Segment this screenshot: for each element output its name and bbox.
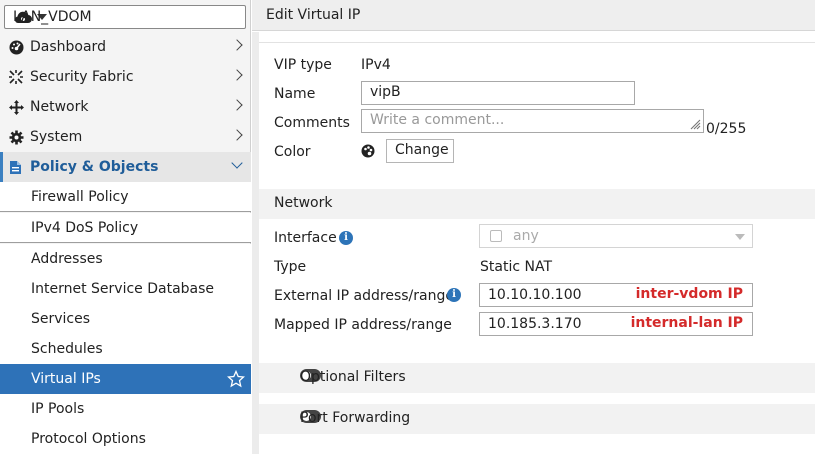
port-forwarding-row: Port Forwarding (259, 404, 815, 434)
vdom-selected-label: LAN_VDOM (13, 9, 92, 25)
sidebar-subitem-label: Services (31, 311, 91, 327)
info-icon[interactable]: i (447, 288, 461, 302)
comments-counter: 0/255 (706, 121, 747, 137)
type-value: Static NAT (480, 259, 552, 275)
color-label: Color (274, 144, 311, 160)
panel-gutter (252, 32, 259, 454)
sidebar-item-network[interactable]: Network (0, 92, 251, 122)
name-label: Name (274, 86, 316, 102)
sidebar-subitem-internet-service-database[interactable]: Internet Service Database (0, 274, 251, 304)
sidebar-subitem-ip-pools[interactable]: IP Pools (0, 394, 251, 424)
gear-icon (8, 129, 24, 145)
sidebar-subitem-label: Addresses (31, 251, 103, 267)
star-icon[interactable] (227, 370, 245, 388)
color-swatch-icon (361, 144, 375, 158)
vip-type-label: VIP type (274, 57, 332, 73)
sidebar-item-label: Dashboard (30, 39, 106, 55)
sidebar-subitem-schedules[interactable]: Schedules (0, 334, 251, 364)
main-content: Edit Virtual IP VIP type IPv4 Name vipB … (252, 0, 815, 454)
edit-form: VIP type IPv4 Name vipB Comments Write a… (259, 42, 815, 454)
port-forwarding-label: Port Forwarding (300, 410, 411, 426)
sidebar-item-label: Policy & Objects (30, 159, 159, 175)
dashboard-icon (8, 39, 24, 55)
mapped-ip-label: Mapped IP address/range (274, 317, 452, 333)
vdom-selector[interactable]: LAN_VDOM (4, 5, 246, 29)
external-ip-label: External IP address/range (274, 288, 454, 304)
sidebar-subitem-protocol-options[interactable]: Protocol Options (0, 424, 251, 454)
policy-objects-icon (8, 159, 24, 175)
comments-label: Comments (274, 115, 350, 131)
sidebar-subitem-label: Protocol Options (31, 431, 146, 447)
page-title: Edit Virtual IP (266, 7, 361, 23)
vip-type-value: IPv4 (361, 57, 391, 73)
sidebar-subitem-label: Firewall Policy (31, 188, 129, 205)
sidebar-subitem-label: Virtual IPs (31, 371, 101, 387)
sidebar-subitem-label: IPv4 DoS Policy (31, 219, 139, 236)
change-color-button[interactable]: Change (386, 139, 454, 163)
comments-placeholder: Write a comment... (370, 112, 505, 128)
sidebar-subitem-firewall-policy[interactable]: Firewall Policy (0, 182, 251, 212)
external-ip-input[interactable]: 10.10.10.100 inter-vdom IP (479, 283, 753, 307)
sidebar-subitem-label: Internet Service Database (31, 281, 215, 297)
sidebar-item-label: Security Fabric (30, 69, 134, 85)
name-input-value: vipB (370, 84, 401, 100)
mapped-ip-annotation: internal-lan IP (630, 315, 743, 331)
sidebar-item-label: System (30, 129, 83, 145)
sidebar-item-system[interactable]: System (0, 122, 251, 152)
type-label: Type (274, 259, 307, 275)
sidebar-subitem-ipv4-dos-policy[interactable]: IPv4 DoS Policy (0, 213, 251, 243)
network-icon (8, 99, 24, 115)
name-input[interactable]: vipB (361, 81, 635, 105)
interface-label: Interface (274, 230, 337, 246)
sidebar-subitem-virtual-ips[interactable]: Virtual IPs (0, 364, 251, 394)
page-title-bar: Edit Virtual IP (252, 0, 815, 31)
external-ip-annotation: inter-vdom IP (635, 286, 743, 302)
sidebar-subitem-addresses[interactable]: Addresses (0, 244, 251, 274)
sidebar: LAN_VDOM Dashboard Security Fabric Netwo… (0, 0, 251, 454)
info-icon[interactable]: i (339, 231, 353, 245)
chevron-down-icon (735, 234, 745, 240)
mapped-ip-input[interactable]: 10.185.3.170 internal-lan IP (479, 312, 753, 336)
change-color-button-label: Change (395, 142, 449, 158)
external-ip-value: 10.10.10.100 (488, 287, 582, 303)
sidebar-subitem-label: Schedules (31, 341, 103, 357)
sidebar-subitem-label: IP Pools (31, 401, 85, 417)
security-fabric-icon (8, 69, 24, 85)
sidebar-subitem-services[interactable]: Services (0, 304, 251, 334)
sidebar-item-dashboard[interactable]: Dashboard (0, 32, 251, 62)
sidebar-item-policy-objects[interactable]: Policy & Objects (0, 152, 251, 182)
optional-filters-label: Optional Filters (300, 369, 406, 385)
comments-textarea[interactable]: Write a comment... (361, 109, 704, 133)
mapped-ip-value: 10.185.3.170 (488, 316, 582, 332)
sidebar-item-label: Network (30, 99, 89, 115)
network-section-header: Network (259, 189, 815, 219)
optional-filters-row: Optional Filters (259, 363, 815, 393)
interface-select[interactable]: any (479, 224, 753, 248)
interface-checkbox (490, 230, 502, 242)
network-section-title: Network (274, 195, 333, 211)
resize-grip-icon[interactable] (690, 119, 701, 130)
interface-select-value: any (513, 228, 539, 244)
app-window: LAN_VDOM Dashboard Security Fabric Netwo… (0, 0, 815, 454)
sidebar-item-security-fabric[interactable]: Security Fabric (0, 62, 251, 92)
